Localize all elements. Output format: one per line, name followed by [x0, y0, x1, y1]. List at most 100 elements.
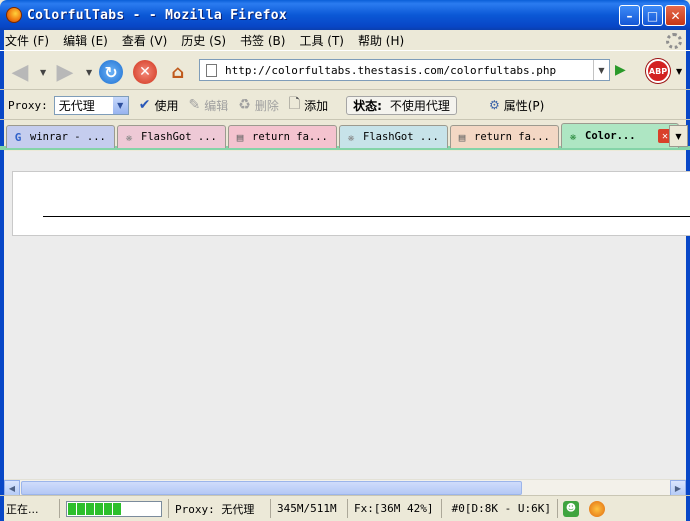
page-icon: ▤	[458, 130, 466, 144]
forward-history-dropdown[interactable]: ▼	[86, 68, 92, 77]
throbber-icon	[666, 33, 682, 49]
new-page-icon: 🗋	[288, 96, 301, 112]
menu-view[interactable]: 查看 (V)	[122, 32, 167, 49]
scrollbar-thumb[interactable]	[21, 481, 522, 495]
status-text: 正在...	[6, 502, 39, 516]
progress-bar	[66, 500, 162, 517]
horizontal-rule	[43, 216, 690, 217]
fx-cell: Fx:[36M 42%]	[348, 499, 442, 518]
memory-usage: 345M/511M	[277, 502, 337, 515]
status-text-cell: 正在...	[0, 499, 60, 518]
use-proxy-label: 使用	[154, 98, 179, 113]
firefox-logo-icon	[6, 7, 22, 23]
reload-button[interactable]: ↻	[99, 60, 123, 84]
url-history-dropdown[interactable]: ▼	[593, 60, 609, 80]
cache-stats: #0[D:8K - U:6K]	[451, 502, 551, 515]
tab-list-dropdown[interactable]: ▼	[669, 125, 688, 147]
proxy-toolbar: Proxy: 无代理 ▼ ✔ 使用 ✎ 编辑 ♻ 删除 🗋 添加 状态: 不使用…	[0, 91, 690, 120]
tab-label: FlashGot ...	[363, 131, 439, 143]
close-button[interactable]: ✕	[665, 5, 686, 26]
window-title: ColorfulTabs - - Mozilla Firefox	[27, 7, 288, 23]
memory-cell: 345M/511M	[271, 499, 348, 518]
minimize-button[interactable]: –	[619, 5, 640, 26]
edit-proxy-button[interactable]: ✎ 编辑	[189, 97, 229, 114]
progress-block	[95, 502, 103, 515]
title-bar[interactable]: ColorfulTabs - - Mozilla Firefox – □ ✕	[0, 0, 690, 30]
tab[interactable]: ▤ return fa...	[450, 125, 559, 148]
checkmark-icon: ✔	[138, 97, 151, 113]
progress-block	[68, 502, 76, 515]
delete-proxy-label: 删除	[254, 98, 279, 113]
proxy-status-label: 状态:	[353, 98, 382, 113]
menu-bookmarks[interactable]: 书签 (B)	[240, 32, 285, 49]
url-bar[interactable]: http://colorfultabs.thestasis.com/colorf…	[199, 59, 610, 81]
menu-tools[interactable]: 工具 (T)	[299, 32, 344, 49]
flashgot-icon: ❋	[347, 130, 355, 144]
fx-usage: Fx:[36M 42%]	[354, 502, 434, 515]
tab[interactable]: ▤ return fa...	[228, 125, 337, 148]
horizontal-scrollbar[interactable]: ◀ ▶	[4, 479, 686, 496]
tab-strip: G winrar - ... ❋ FlashGot ... ▤ return f…	[0, 122, 690, 150]
proxy-status-cell[interactable]: Proxy: 无代理	[168, 499, 271, 518]
back-button[interactable]: ◀	[8, 60, 32, 85]
properties-label: 属性(P)	[503, 98, 545, 113]
progress-block	[104, 502, 112, 515]
tab[interactable]: G winrar - ...	[6, 125, 115, 148]
proxy-status-box: 状态: 不使用代理	[346, 95, 457, 115]
gear-icon: ⚙	[488, 98, 500, 112]
progress-block	[77, 502, 85, 515]
proxy-status: Proxy: 无代理	[175, 502, 255, 516]
forward-button[interactable]: ▶	[53, 60, 77, 85]
progress-block	[113, 502, 121, 515]
content-panel	[12, 171, 690, 236]
tab-label: winrar - ...	[30, 131, 106, 143]
tab[interactable]: ❋ FlashGot ...	[339, 125, 448, 148]
home-button[interactable]: ⌂	[166, 60, 190, 84]
page-icon	[206, 63, 217, 77]
page-content	[4, 151, 690, 479]
trash-icon: ♻	[238, 97, 251, 113]
scroll-left-button[interactable]: ◀	[4, 480, 20, 496]
menu-help[interactable]: 帮助 (H)	[358, 32, 404, 49]
adblock-dropdown[interactable]: ▼	[676, 67, 682, 76]
go-button[interactable]: ▶	[615, 62, 633, 80]
window-controls: – □ ✕	[619, 5, 686, 26]
cache-cell: #0[D:8K - U:6K]	[442, 499, 558, 518]
menu-edit[interactable]: 编辑 (E)	[63, 32, 108, 49]
extension-status-icon[interactable]: ☻	[563, 500, 579, 517]
chevron-down-icon: ▼	[112, 96, 128, 114]
tab-label: FlashGot ...	[141, 131, 217, 143]
menu-bar: 文件 (F) 编辑 (E) 查看 (V) 历史 (S) 书签 (B) 工具 (T…	[0, 30, 690, 51]
maximize-button[interactable]: □	[642, 5, 663, 26]
tab-label: return fa...	[252, 131, 328, 143]
colorfultabs-icon: ❋	[569, 129, 577, 143]
tab[interactable]: ❋ FlashGot ...	[117, 125, 226, 148]
proxy-select[interactable]: 无代理 ▼	[53, 95, 129, 115]
proxy-status-value: 不使用代理	[389, 98, 450, 113]
pencil-icon: ✎	[188, 97, 201, 113]
google-icon: G	[14, 130, 22, 144]
firefox-status-icon[interactable]	[589, 500, 605, 517]
flashgot-icon: ❋	[125, 130, 133, 144]
delete-proxy-button[interactable]: ♻ 删除	[238, 97, 279, 114]
progress-block	[86, 502, 94, 515]
adblock-plus-icon[interactable]: ABP	[646, 59, 670, 83]
tab-active[interactable]: ❋ Color... ✕	[561, 123, 679, 148]
tab-label: return fa...	[474, 131, 550, 143]
menu-file[interactable]: 文件 (F)	[5, 32, 49, 49]
use-proxy-button[interactable]: ✔ 使用	[139, 97, 179, 114]
proxy-select-value: 无代理	[58, 98, 95, 113]
add-proxy-button[interactable]: 🗋 添加	[289, 93, 328, 117]
menu-history[interactable]: 历史 (S)	[181, 32, 226, 49]
proxy-label: Proxy:	[8, 98, 48, 112]
edit-proxy-label: 编辑	[204, 98, 229, 113]
status-bar: 正在... Proxy: 无代理 345M/511M Fx:[36M 42%] …	[0, 495, 690, 521]
stop-button[interactable]: ✕	[133, 60, 157, 84]
url-input[interactable]: http://colorfultabs.thestasis.com/colorf…	[225, 64, 593, 77]
properties-button[interactable]: ⚙ 属性(P)	[489, 97, 544, 114]
scroll-right-button[interactable]: ▶	[670, 480, 686, 496]
add-proxy-label: 添加	[304, 98, 329, 113]
back-history-dropdown[interactable]: ▼	[40, 68, 46, 77]
page-icon: ▤	[236, 130, 244, 144]
tab-label: Color...	[585, 130, 636, 142]
